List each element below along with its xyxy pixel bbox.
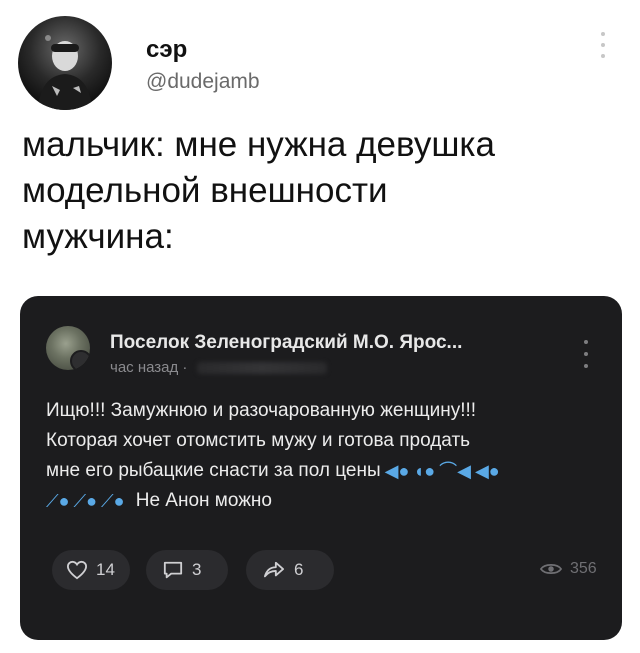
views-counter: 356	[540, 560, 597, 578]
post-time-label: час назад ·	[110, 359, 188, 376]
share-arrow-icon	[264, 561, 285, 578]
post-text-line-emoji: мне его рыбацкие снасти за пол цены ◀● ◖● ⌒…	[46, 456, 606, 486]
like-button[interactable]: 14	[52, 550, 130, 590]
post-text-line: мне его рыбацкие снасти за пол цены	[46, 460, 381, 481]
fishing-pole-icon: ⟋●	[46, 490, 70, 511]
author-name[interactable]: сэр	[146, 36, 187, 64]
fish-icon: ◀●	[474, 460, 500, 481]
post-text-line: Не Анон можно	[135, 490, 272, 511]
tweet-text: мальчик: мне нужна девушка модельной вне…	[22, 122, 622, 260]
tweet-text-line: мальчик: мне нужна девушка	[22, 125, 495, 164]
views-count: 356	[570, 560, 597, 577]
hook-fish-icon: ⌒◀	[439, 460, 471, 481]
post-text-line: Которая хочет отомстить мужу и готова пр…	[46, 430, 471, 451]
comment-button[interactable]: 3	[146, 550, 228, 590]
eye-icon	[540, 564, 562, 574]
post-text: Ищю!!! Замужнюю и разочарованную женщину…	[46, 396, 606, 516]
post-text-line-emoji: ⟋● ⟋● ⟋● Не Анон можно	[46, 486, 606, 516]
post-more-options-icon[interactable]	[581, 340, 591, 368]
blurred-author	[197, 362, 328, 375]
heart-icon	[66, 560, 88, 580]
share-count: 6	[294, 560, 304, 579]
comment-count: 3	[192, 560, 202, 579]
author-avatar[interactable]	[18, 16, 112, 110]
tweet-text-line: мужчина:	[22, 217, 174, 256]
embedded-post-card: Поселок Зеленоградский М.О. Ярос... час …	[20, 296, 622, 640]
fishing-pole-icon: ⟋●	[73, 490, 97, 511]
group-avatar[interactable]	[46, 326, 90, 370]
fishing-pole-icon: ⟋●	[100, 490, 125, 511]
tweet-screenshot: сэр @dudejamb мальчик: мне нужна девушка…	[0, 0, 640, 653]
like-count: 14	[96, 560, 115, 579]
group-badge-icon	[70, 350, 90, 370]
tweet-text-line: модельной внешности	[22, 171, 388, 210]
avatar-figure-icon	[38, 35, 92, 110]
post-time: час назад ·	[110, 359, 328, 376]
comment-icon	[163, 561, 183, 579]
share-button[interactable]: 6	[246, 550, 334, 590]
fish-icon: ◀●	[384, 460, 410, 481]
group-name[interactable]: Поселок Зеленоградский М.О. Ярос...	[110, 332, 462, 354]
post-text-line: Ищю!!! Замужнюю и разочарованную женщину…	[46, 400, 477, 421]
author-handle[interactable]: @dudejamb	[146, 70, 260, 94]
more-options-icon[interactable]	[597, 32, 609, 58]
whale-icon: ◖●	[413, 460, 436, 481]
